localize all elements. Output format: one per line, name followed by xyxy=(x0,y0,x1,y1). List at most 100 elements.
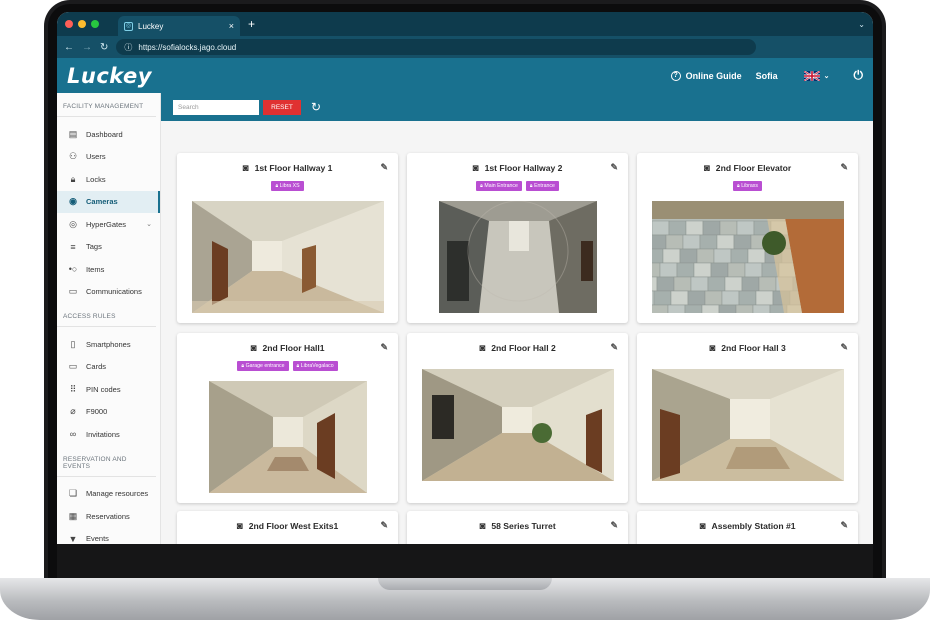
camera-card[interactable]: ◙ Assembly Station #1 ✎ xyxy=(637,511,858,544)
minimize-window-button[interactable] xyxy=(78,20,86,28)
browser-urlbar: ← → ↻ ⓘ https://sofialocks.jago.cloud xyxy=(57,36,873,58)
sidebar-item-smartphones[interactable]: ▯ Smartphones xyxy=(57,333,160,356)
edit-pencil-icon[interactable]: ✎ xyxy=(840,162,848,173)
f9000-icon: ⌀ xyxy=(70,406,76,417)
sidebar-item-invitations[interactable]: ∞ Invitations xyxy=(57,423,160,446)
camera-card[interactable]: ◙ 2nd Floor West Exits1 ✎ xyxy=(177,511,398,544)
help-icon: ? xyxy=(670,70,681,81)
camera-feed-image[interactable] xyxy=(191,201,384,313)
camera-name: 1st Floor Hallway 2 xyxy=(484,163,563,173)
camera-card[interactable]: ◙ 2nd Floor Hall 3 ✎ xyxy=(637,333,858,503)
edit-pencil-icon[interactable]: ✎ xyxy=(840,342,848,353)
lock-icon: 🔒︎ xyxy=(241,363,245,369)
sidebar-item-label: F9000 xyxy=(86,407,108,417)
camera-card-header: ◙ 2nd Floor Hall 2 ✎ xyxy=(407,333,628,363)
users-icon: ⚇ xyxy=(68,151,78,162)
camera-card[interactable]: ◙ 58 Series Turret ✎ xyxy=(407,511,628,544)
camera-card-header: ◙ 2nd Floor Elevator ✎ xyxy=(637,153,858,183)
sidebar-item-cards[interactable]: ▭ Cards xyxy=(57,356,160,379)
sidebar-item-users[interactable]: ⚇ Users xyxy=(57,146,160,169)
camera-card[interactable]: ◙ 2nd Floor Hall 2 ✎ xyxy=(407,333,628,503)
webcam-icon: ◙ xyxy=(703,162,710,174)
edit-pencil-icon[interactable]: ✎ xyxy=(610,342,618,353)
sidebar-item-communications[interactable]: ▭ Communications xyxy=(57,281,160,304)
sidebar-section-title: ACCESS RULES xyxy=(57,303,156,327)
lock-icon: 🔒︎ xyxy=(70,173,76,184)
address-bar[interactable]: ⓘ https://sofialocks.jago.cloud xyxy=(116,39,757,55)
new-tab-button[interactable]: + xyxy=(248,17,255,31)
sidebar-item-tags[interactable]: ≡ Tags xyxy=(57,236,160,259)
tab-list-chevron-icon[interactable]: ⌄ xyxy=(858,20,865,29)
sidebar-item-manage-resources[interactable]: ❏ Manage resources xyxy=(57,483,160,506)
camera-icon: ◉ xyxy=(69,196,77,207)
camera-card-header: ◙ 2nd Floor Hall 3 ✎ xyxy=(637,333,858,363)
sidebar-item-cameras[interactable]: ◉ Cameras xyxy=(57,190,160,213)
app-header: Luckey ? Online Guide Sofia ⌄ ⏻ xyxy=(57,58,873,93)
sidebar-item-label: Reservations xyxy=(86,511,130,521)
reload-icon[interactable]: ↻ xyxy=(100,42,108,53)
sidebar-item-label: PIN codes xyxy=(86,384,121,394)
filter-toolbar: RESET ↻ xyxy=(161,93,873,121)
sidebar-item-locks[interactable]: 🔒︎ Locks xyxy=(57,168,160,191)
sidebar-item-reservations[interactable]: ▦ Reservations xyxy=(57,505,160,528)
edit-pencil-icon[interactable]: ✎ xyxy=(380,520,388,531)
camera-card[interactable]: ◙ 2nd Floor Elevator ✎ 🔒︎ Libraxs xyxy=(637,153,858,323)
reset-button[interactable]: RESET xyxy=(263,99,301,115)
camera-feed-image[interactable] xyxy=(421,369,614,481)
sidebar-item-pin-codes[interactable]: ⠿ PIN codes xyxy=(57,378,160,401)
sidebar-item-dashboard[interactable]: ▤ Dashboard xyxy=(57,123,160,146)
webcam-icon: ◙ xyxy=(479,342,486,354)
camera-feed-image[interactable] xyxy=(208,381,367,493)
back-arrow-icon[interactable]: ← xyxy=(64,42,74,53)
camera-feed-image[interactable] xyxy=(651,369,844,481)
monitor-icon: ▤ xyxy=(68,128,78,139)
close-window-button[interactable] xyxy=(65,20,73,28)
tag-icon: ≡ xyxy=(70,241,76,252)
camera-card[interactable]: ◙ 1st Floor Hallway 1 ✎ 🔒︎ Libra XS xyxy=(177,153,398,323)
sidebar-section-title: FACILITY MANAGEMENT xyxy=(57,93,156,117)
power-icon[interactable]: ⏻ xyxy=(854,68,864,83)
camera-card-header: ◙ 1st Floor Hallway 2 ✎ xyxy=(407,153,628,183)
edit-pencil-icon[interactable]: ✎ xyxy=(840,520,848,531)
online-guide-link[interactable]: ? Online Guide xyxy=(670,70,742,81)
refresh-icon[interactable]: ↻ xyxy=(311,100,321,114)
chevron-down-icon[interactable]: ⌄ xyxy=(146,220,152,228)
sidebar-item-label: HyperGates xyxy=(86,219,127,229)
lock-icon: 🔒︎ xyxy=(275,183,279,189)
camera-tags: 🔒︎ Main Entrance 🔒︎ Entrance xyxy=(407,181,628,195)
camera-name: Assembly Station #1 xyxy=(711,521,796,531)
message-icon: ▭ xyxy=(68,286,78,297)
webcam-icon: ◙ xyxy=(699,520,706,532)
webcam-icon: ◙ xyxy=(250,342,257,354)
sidebar-item-f9000[interactable]: ⌀ F9000 xyxy=(57,401,160,424)
lock-icon: 🔒︎ xyxy=(529,183,533,189)
camera-name: 2nd Floor Hall 2 xyxy=(491,343,556,353)
sidebar-item-events[interactable]: ▼ Events xyxy=(57,528,160,545)
forward-arrow-icon[interactable]: → xyxy=(82,42,92,53)
tab-close-icon[interactable]: × xyxy=(229,21,234,31)
sidebar-item-hypergates[interactable]: ◎ HyperGates ⌄ xyxy=(57,213,160,236)
lock-icon: 🔒︎ xyxy=(296,363,300,369)
site-info-icon[interactable]: ⓘ xyxy=(124,42,132,53)
camera-feed-image[interactable] xyxy=(438,201,597,313)
browser-tab[interactable]: ◎ Luckey × xyxy=(118,16,240,36)
camera-card[interactable]: ◙ 2nd Floor Hall1 ✎ 🔒︎ Garage entrance 🔒︎ … xyxy=(177,333,398,503)
main-content: RESET ↻ ◙ 1st Floor Hallway 1 ✎🔒︎ Libra … xyxy=(161,93,873,544)
maximize-window-button[interactable] xyxy=(91,20,99,28)
camera-feed-image[interactable] xyxy=(651,201,844,313)
edit-pencil-icon[interactable]: ✎ xyxy=(610,162,618,173)
search-input[interactable] xyxy=(173,99,259,115)
sidebar-item-label: Events xyxy=(86,534,109,544)
webcam-icon: ◙ xyxy=(709,342,716,354)
language-chevron-down-icon[interactable]: ⌄ xyxy=(824,72,830,80)
uk-flag-icon[interactable] xyxy=(803,70,820,81)
edit-pencil-icon[interactable]: ✎ xyxy=(380,342,388,353)
edit-pencil-icon[interactable]: ✎ xyxy=(380,162,388,173)
camera-card[interactable]: ◙ 1st Floor Hallway 2 ✎ 🔒︎ Main Entrance 🔒… xyxy=(407,153,628,323)
edit-pencil-icon[interactable]: ✎ xyxy=(610,520,618,531)
luckey-logo[interactable]: Luckey xyxy=(67,64,152,88)
sidebar-item-items[interactable]: •○ Items xyxy=(57,258,160,281)
browser-tabbar: ◎ Luckey × + ⌄ xyxy=(57,12,873,36)
webcam-icon: ◙ xyxy=(236,520,243,532)
user-name[interactable]: Sofia xyxy=(756,71,778,81)
